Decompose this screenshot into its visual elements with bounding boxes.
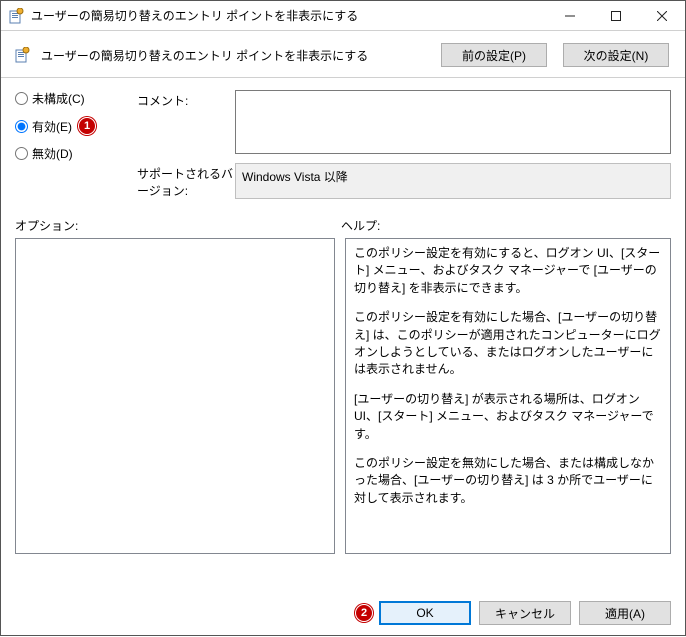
options-pane (15, 238, 335, 554)
radio-disabled-input[interactable] (15, 147, 28, 160)
titlebar: ユーザーの簡易切り替えのエントリ ポイントを非表示にする (1, 1, 685, 31)
header: ユーザーの簡易切り替えのエントリ ポイントを非表示にする 前の設定(P) 次の設… (1, 31, 685, 73)
close-button[interactable] (639, 1, 685, 30)
policy-icon (9, 8, 25, 24)
supported-label: サポートされるバージョン: (137, 163, 235, 199)
help-pane[interactable]: このポリシー設定を有効にすると、ログオン UI、[スタート] メニュー、およびタ… (345, 238, 671, 554)
next-setting-button[interactable]: 次の設定(N) (563, 43, 669, 67)
comment-label: コメント: (137, 90, 235, 157)
options-label: オプション: (15, 217, 341, 234)
state-radio-group: 未構成(C) 有効(E) 1 無効(D) (15, 90, 137, 205)
radio-enabled[interactable]: 有効(E) 1 (15, 117, 137, 135)
maximize-button[interactable] (593, 1, 639, 30)
radio-not-configured-label: 未構成(C) (32, 90, 85, 107)
apply-button[interactable]: 適用(A) (579, 601, 671, 625)
radio-disabled-label: 無効(D) (32, 145, 73, 162)
cancel-button[interactable]: キャンセル (479, 601, 571, 625)
divider (1, 77, 685, 78)
help-paragraph: このポリシー設定を無効にした場合、または構成しなかった場合、[ユーザーの切り替え… (354, 455, 662, 507)
ok-button[interactable]: OK (379, 601, 471, 625)
help-paragraph: [ユーザーの切り替え] が表示される場所は、ログオン UI、[スタート] メニュ… (354, 391, 662, 443)
window-buttons (547, 1, 685, 30)
help-paragraph: このポリシー設定を有効にした場合、[ユーザーの切り替え] は、このポリシーが適用… (354, 309, 662, 379)
footer: 2 OK キャンセル 適用(A) (1, 589, 685, 637)
previous-setting-button[interactable]: 前の設定(P) (441, 43, 547, 67)
radio-enabled-input[interactable] (15, 120, 28, 133)
supported-text: Windows Vista 以降 (235, 163, 671, 199)
policy-title: ユーザーの簡易切り替えのエントリ ポイントを非表示にする (41, 47, 425, 64)
radio-not-configured[interactable]: 未構成(C) (15, 90, 137, 107)
radio-enabled-label: 有効(E) (32, 118, 72, 135)
callout-badge-1: 1 (78, 117, 96, 135)
minimize-button[interactable] (547, 1, 593, 30)
policy-icon (15, 47, 31, 63)
callout-badge-2: 2 (355, 604, 373, 622)
help-label: ヘルプ: (341, 217, 380, 234)
radio-not-configured-input[interactable] (15, 92, 28, 105)
window-title: ユーザーの簡易切り替えのエントリ ポイントを非表示にする (31, 7, 547, 24)
radio-disabled[interactable]: 無効(D) (15, 145, 137, 162)
comment-textarea[interactable] (235, 90, 671, 154)
help-paragraph: このポリシー設定を有効にすると、ログオン UI、[スタート] メニュー、およびタ… (354, 245, 662, 297)
